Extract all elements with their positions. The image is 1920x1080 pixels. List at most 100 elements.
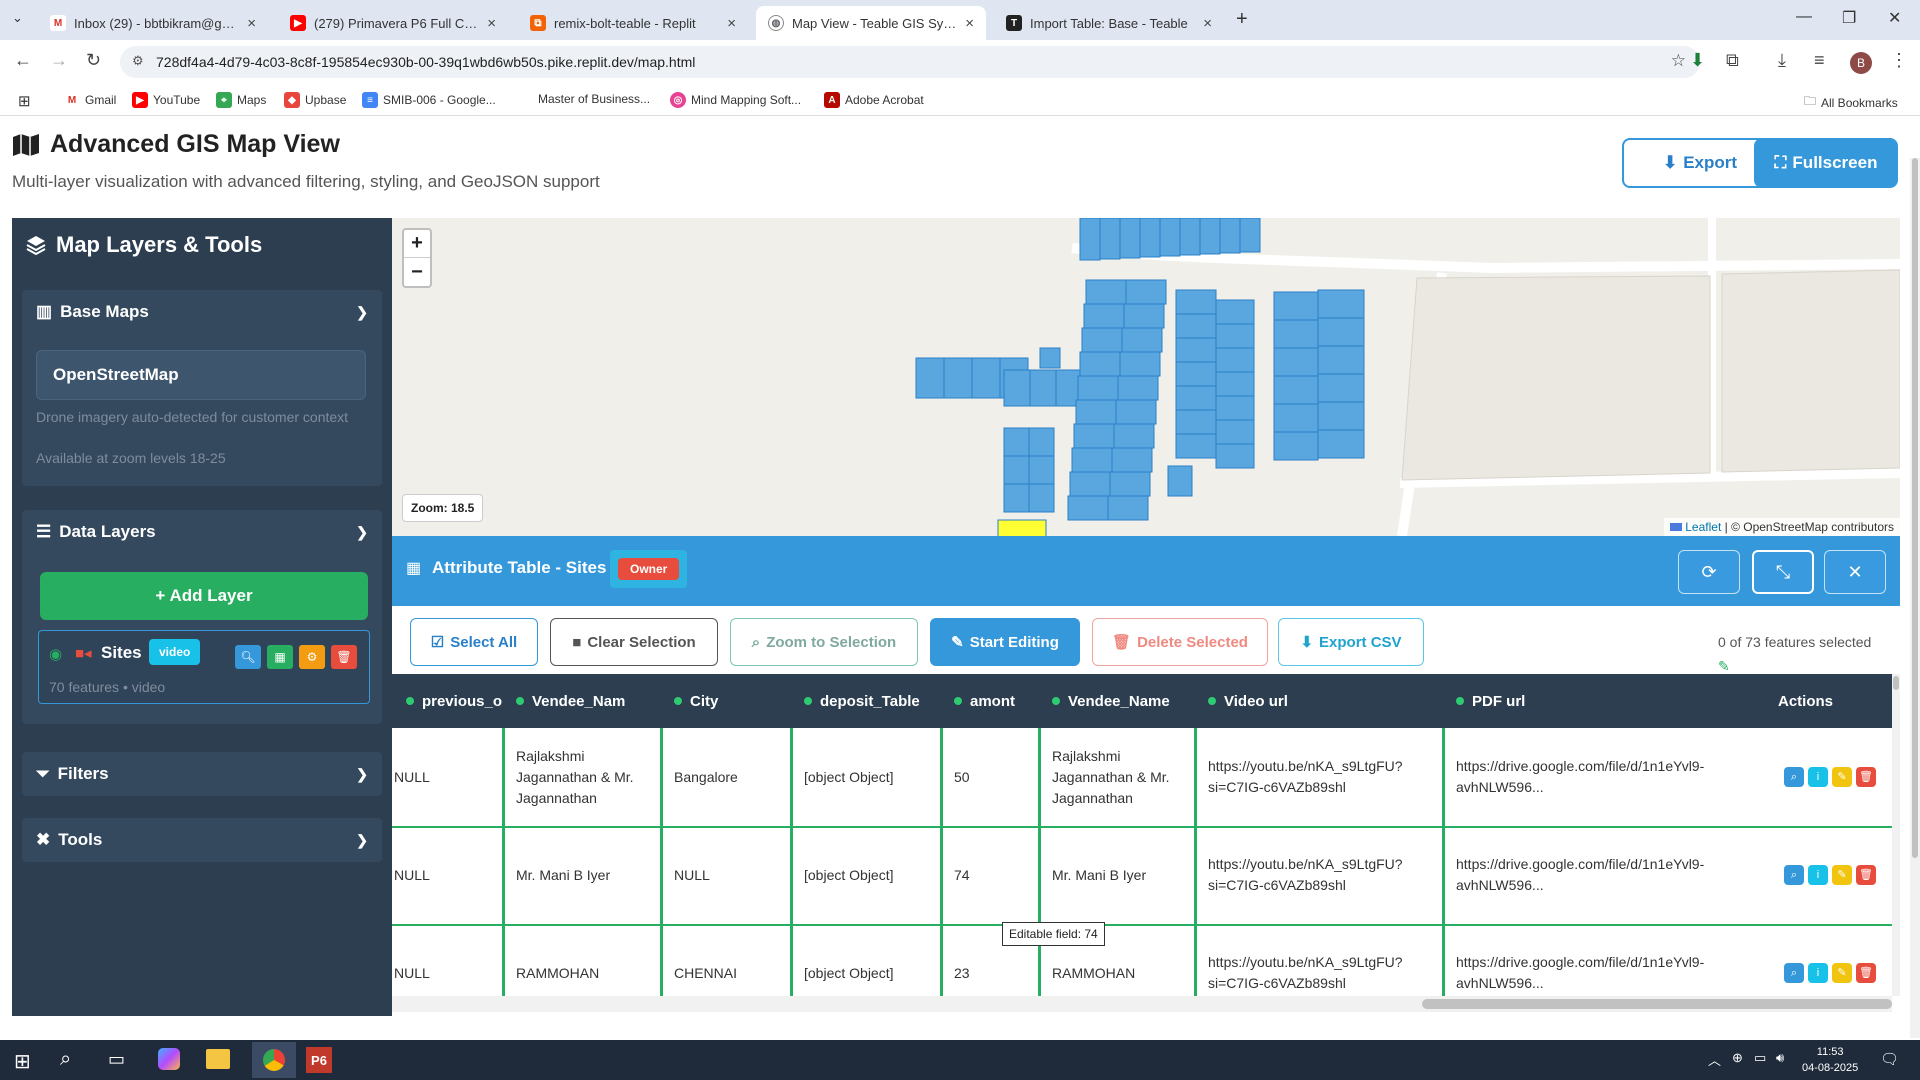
- profile-avatar[interactable]: B: [1850, 52, 1872, 74]
- apps-grid-icon[interactable]: ⊞: [18, 92, 31, 110]
- menu-kebab-icon[interactable]: ⋮: [1890, 50, 1908, 71]
- windows-start-icon[interactable]: ⊞: [14, 1049, 31, 1074]
- edit-icon[interactable]: ✎: [1832, 865, 1852, 885]
- trash-icon[interactable]: 🗑︎: [1856, 767, 1876, 787]
- parcel-polygon[interactable]: [1175, 361, 1217, 387]
- eye-visibility-icon[interactable]: ◉: [49, 645, 62, 663]
- table-cell[interactable]: NULL: [660, 826, 790, 924]
- parcel-polygon[interactable]: [1215, 419, 1255, 445]
- table-cell[interactable]: Rajlakshmi Jagannathan & Mr. Jagannathan: [1038, 728, 1194, 826]
- parcel-polygon[interactable]: [1125, 279, 1167, 305]
- scrollbar-thumb[interactable]: [1893, 676, 1899, 690]
- download-arrow-icon[interactable]: ⬇: [1690, 50, 1705, 71]
- tools-header[interactable]: ✖ Tools ❯: [22, 818, 382, 862]
- column-header-previous_o[interactable]: previous_o: [392, 674, 502, 728]
- tab-close-icon[interactable]: ×: [1203, 15, 1212, 32]
- parcel-polygon[interactable]: [1003, 483, 1030, 513]
- table-cell[interactable]: RAMMOHAN: [502, 924, 660, 996]
- close-table-button[interactable]: ✕: [1824, 550, 1886, 594]
- parcel-polygon[interactable]: [1071, 447, 1113, 473]
- parcel-polygon[interactable]: [1179, 218, 1201, 256]
- copilot-icon[interactable]: [158, 1048, 180, 1070]
- browser-tab-youtube[interactable]: ▶ (279) Primavera P6 Full Course ×: [278, 6, 508, 40]
- table-cell[interactable]: 74: [940, 826, 1038, 924]
- scrollbar-thumb[interactable]: [1422, 999, 1892, 1009]
- map-canvas[interactable]: + − Zoom: 18.5 Leaflet | © OpenStreetMap…: [392, 218, 1900, 536]
- table-icon[interactable]: ▦: [267, 645, 293, 669]
- parcel-polygon[interactable]: [1317, 317, 1365, 347]
- table-cell[interactable]: Mr. Mani B Iyer: [1038, 826, 1194, 924]
- parcel-polygon[interactable]: [1003, 455, 1030, 485]
- parcel-polygon[interactable]: [1119, 351, 1161, 377]
- browser-tab-replit[interactable]: ⧉ remix-bolt-teable - Replit ×: [518, 6, 748, 40]
- zoom-in-button[interactable]: +: [404, 230, 430, 258]
- tab-search-chevron-icon[interactable]: ⌄: [12, 10, 23, 26]
- parcel-polygon[interactable]: [1317, 289, 1365, 319]
- table-cell[interactable]: 50: [940, 728, 1038, 826]
- table-cell[interactable]: Rajlakshmi Jagannathan & Mr. Jagannathan: [502, 728, 660, 826]
- page-scrollbar[interactable]: [1910, 158, 1920, 1038]
- file-explorer-icon[interactable]: [206, 1049, 230, 1069]
- zoom-to-feature-icon[interactable]: ⌕: [1784, 865, 1804, 885]
- info-icon[interactable]: i: [1808, 963, 1828, 983]
- downloads-icon[interactable]: ⤓: [1778, 50, 1786, 71]
- parcel-polygon[interactable]: [1079, 218, 1101, 261]
- info-icon[interactable]: i: [1808, 865, 1828, 885]
- parcel-polygon[interactable]: [1077, 375, 1119, 401]
- parcel-polygon[interactable]: [1111, 447, 1153, 473]
- clear-selection-button[interactable]: ■ Clear Selection: [550, 618, 718, 666]
- reload-icon[interactable]: ↻: [86, 50, 101, 71]
- bookmark-youtube[interactable]: ▶ YouTube: [132, 92, 200, 108]
- tab-close-icon[interactable]: ×: [487, 15, 496, 32]
- column-header-deposit_table[interactable]: deposit_Table: [790, 674, 940, 728]
- parcel-polygon[interactable]: [1085, 279, 1127, 305]
- media-control-icon[interactable]: ≡: [1814, 50, 1825, 71]
- network-icon[interactable]: ▭: [1754, 1050, 1766, 1066]
- fullscreen-button[interactable]: ⛶ Fullscreen: [1754, 138, 1898, 188]
- chrome-taskbar-active[interactable]: [252, 1042, 296, 1078]
- window-close-icon[interactable]: ✕: [1888, 8, 1901, 28]
- parcel-polygon[interactable]: [1175, 289, 1217, 315]
- clock[interactable]: 11:53 04-08-2025: [1802, 1044, 1858, 1076]
- trash-icon[interactable]: 🗑︎: [1856, 865, 1876, 885]
- parcel-polygon[interactable]: [1107, 495, 1149, 521]
- parcel-polygon[interactable]: [1273, 291, 1319, 321]
- edit-icon[interactable]: ✎: [1832, 767, 1852, 787]
- volume-icon[interactable]: 🔊︎: [1776, 1050, 1784, 1066]
- bookmark-upbase[interactable]: ◆ Upbase: [284, 92, 346, 108]
- parcel-polygon[interactable]: [1109, 471, 1151, 497]
- parcel-polygon[interactable]: [1123, 303, 1165, 329]
- parcel-polygon[interactable]: [1215, 443, 1255, 469]
- zoom-to-selection-button[interactable]: ⌕ Zoom to Selection: [730, 618, 918, 666]
- tab-close-icon[interactable]: ×: [965, 15, 974, 32]
- parcel-polygon[interactable]: [1073, 423, 1115, 449]
- parcel-polygon[interactable]: [1175, 337, 1217, 363]
- all-bookmarks[interactable]: 🗀 All Bookmarks: [1804, 92, 1898, 113]
- parcel-polygon[interactable]: [1167, 465, 1193, 497]
- parcel-polygon[interactable]: [1028, 483, 1055, 513]
- parcel-polygon[interactable]: [1215, 323, 1255, 349]
- parcel-polygon[interactable]: [1215, 371, 1255, 397]
- parcel-polygon[interactable]: [1081, 327, 1123, 353]
- site-info-icon[interactable]: ⚙: [132, 53, 144, 69]
- parcel-polygon[interactable]: [1317, 345, 1365, 375]
- parcel-polygon[interactable]: [1079, 351, 1121, 377]
- minimize-icon[interactable]: —: [1796, 8, 1812, 26]
- search-icon[interactable]: ⌕: [60, 1048, 71, 1071]
- parcel-polygon[interactable]: [1273, 403, 1319, 433]
- filters-header[interactable]: ⏷ Filters ❯: [22, 752, 382, 796]
- parcel-polygon[interactable]: [1175, 313, 1217, 339]
- parcel-polygon[interactable]: [1159, 218, 1181, 257]
- collapse-button[interactable]: ⤡: [1752, 550, 1814, 594]
- parcel-polygon[interactable]: [1113, 423, 1155, 449]
- browser-tab-map-view[interactable]: ◍ Map View - Teable GIS System ×: [756, 6, 986, 40]
- column-header-amont[interactable]: amont: [940, 674, 1038, 728]
- parcel-polygon[interactable]: [1317, 373, 1365, 403]
- parcel-polygon[interactable]: [1175, 409, 1217, 435]
- start-editing-button[interactable]: ✎ Start Editing: [930, 618, 1080, 666]
- trash-icon[interactable]: 🗑︎: [1856, 963, 1876, 983]
- delete-selected-button[interactable]: 🗑︎ Delete Selected: [1092, 618, 1268, 666]
- trash-icon[interactable]: 🗑︎: [331, 645, 357, 669]
- parcel-polygon[interactable]: [1199, 218, 1221, 255]
- parcel-polygon[interactable]: [1039, 347, 1061, 369]
